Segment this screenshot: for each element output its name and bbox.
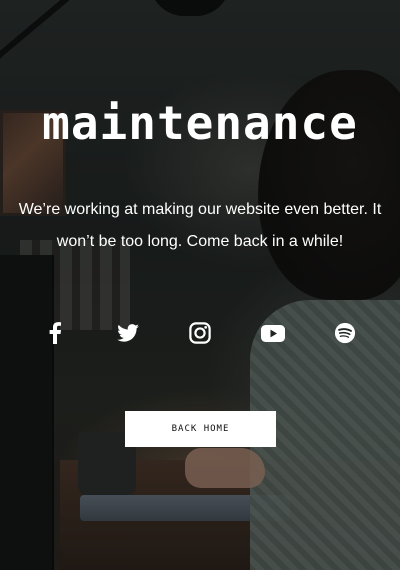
social-links bbox=[40, 316, 360, 350]
instagram-link[interactable] bbox=[185, 318, 215, 348]
maintenance-message-line-1: We’re working at making our website even… bbox=[18, 201, 382, 218]
facebook-link[interactable] bbox=[40, 318, 70, 348]
youtube-link[interactable] bbox=[258, 318, 288, 348]
twitter-icon bbox=[116, 324, 139, 342]
content: maintenance We’re working at making our … bbox=[0, 0, 400, 570]
maintenance-message-line-2: won’t be too long. Come back in a while! bbox=[56, 233, 344, 250]
back-home-button[interactable]: BACK HOME bbox=[125, 411, 276, 447]
maintenance-message: We’re working at making our website even… bbox=[0, 194, 400, 258]
instagram-icon bbox=[189, 322, 211, 344]
spotify-link[interactable] bbox=[330, 318, 360, 348]
spotify-icon bbox=[334, 322, 356, 344]
youtube-icon bbox=[260, 324, 285, 342]
page-title: maintenance bbox=[42, 96, 358, 150]
twitter-link[interactable] bbox=[113, 318, 143, 348]
maintenance-page: maintenance We’re working at making our … bbox=[0, 0, 400, 570]
facebook-icon bbox=[48, 322, 62, 344]
